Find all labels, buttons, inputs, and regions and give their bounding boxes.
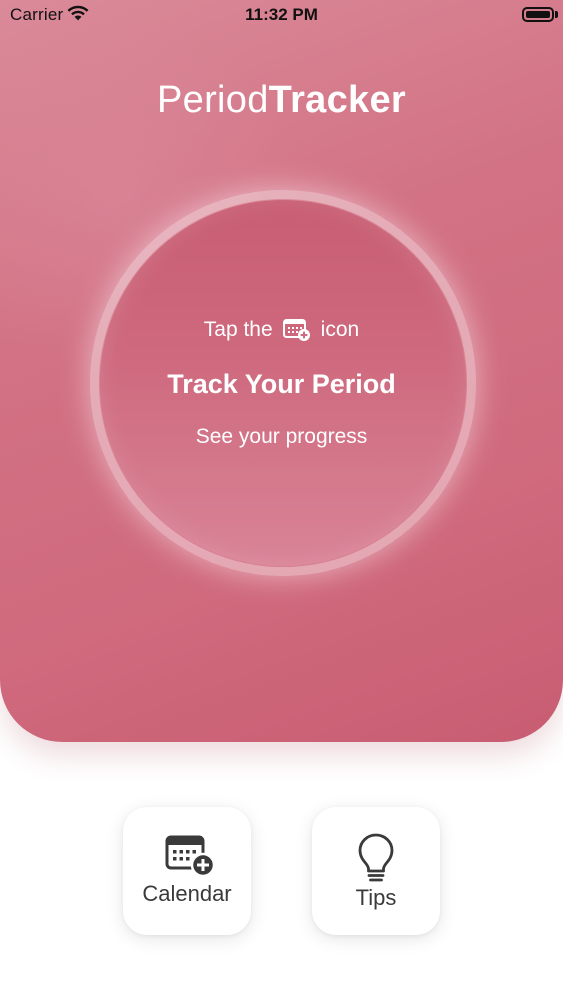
battery-icon [522,7,554,22]
headline: Track Your Period [167,369,396,399]
screen: Carrier 11:32 PM PeriodTracker Tap the i… [0,0,563,1000]
tap-hint-prefix: Tap the [203,318,273,341]
status-time: 11:32 PM [245,5,318,24]
app-title: PeriodTracker [0,79,563,122]
tips-button-label: Tips [355,885,397,910]
lightbulb-icon [358,833,394,882]
calendar-button[interactable]: Calendar [123,807,251,935]
battery-cap [555,11,558,18]
calendar-plus-icon [165,835,215,878]
tap-hint: Tap the icon [0,318,563,342]
calendar-plus-icon [282,319,310,341]
status-bar: Carrier 11:32 PM [0,0,563,30]
calendar-button-label: Calendar [142,881,232,906]
tips-button[interactable]: Tips [312,807,440,935]
subline: See your progress [195,425,368,448]
tap-hint-suffix: icon [320,318,360,341]
app-title-bold: Tracker [268,79,406,121]
app-title-light: Period [157,79,269,121]
